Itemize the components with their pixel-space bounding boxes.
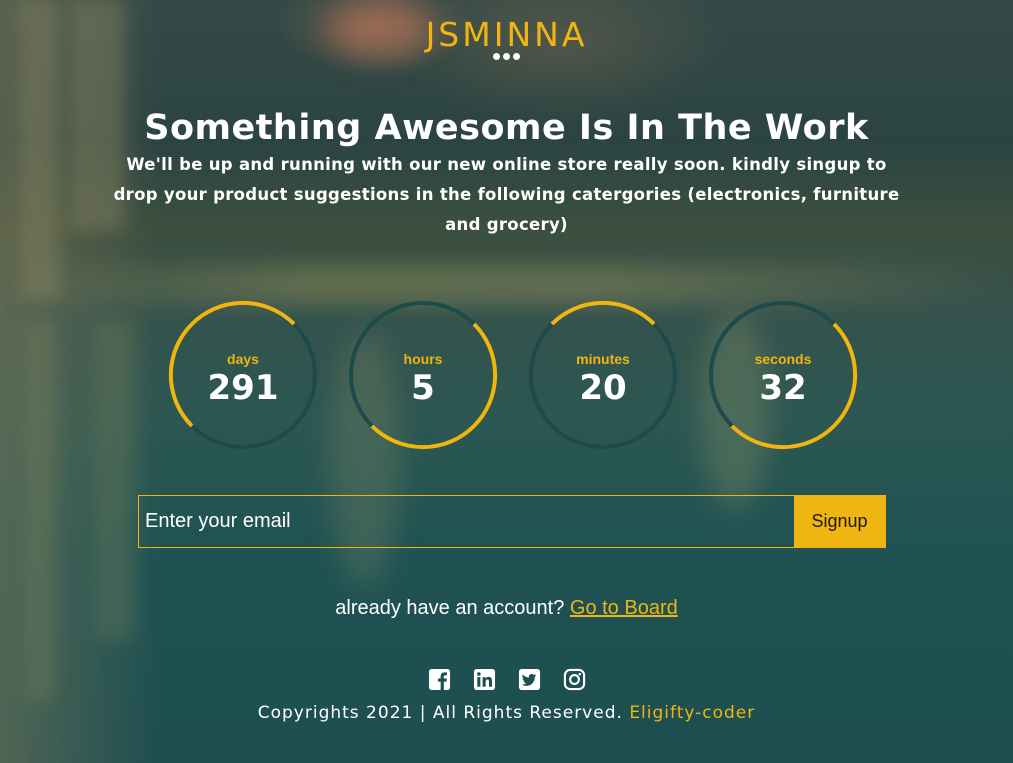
page-headline: Something Awesome Is In The Work (144, 108, 869, 148)
linkedin-icon[interactable] (473, 668, 496, 691)
countdown-days: days 291 (168, 300, 318, 450)
coming-soon-page: JSMINNA Something Awesome Is In The Work… (0, 0, 1013, 763)
account-prompt-text: already have an account? (335, 597, 565, 619)
dot (503, 53, 510, 60)
dot (513, 53, 520, 60)
countdown-minutes: minutes 20 (528, 300, 678, 450)
countdown-hours-value: 5 (411, 368, 435, 408)
countdown-minutes-label: minutes (576, 351, 630, 367)
twitter-icon[interactable] (518, 668, 541, 691)
brand-logo: JSMINNA (425, 15, 588, 54)
social-links (0, 668, 1013, 691)
email-input[interactable] (139, 496, 794, 547)
countdown-seconds-value: 32 (759, 368, 807, 408)
countdown-days-label: days (227, 351, 259, 367)
author-name: Eligifty-coder (629, 703, 756, 723)
dot (493, 53, 500, 60)
page-subtext: We'll be up and running with our new onl… (113, 155, 900, 234)
countdown-days-value: 291 (207, 368, 279, 408)
instagram-icon[interactable] (563, 668, 586, 691)
countdown-minutes-value: 20 (579, 368, 627, 408)
countdown-hours: hours 5 (348, 300, 498, 450)
countdown-seconds: seconds 32 (708, 300, 858, 450)
footer: Copyrights 2021 | All Rights Reserved. E… (0, 703, 1013, 723)
copyright-text: Copyrights 2021 | All Rights Reserved. (257, 703, 623, 723)
signup-form: Signup (138, 495, 886, 548)
countdown-hours-label: hours (403, 351, 443, 367)
go-to-board-link[interactable]: Go to Board (570, 597, 678, 619)
countdown-seconds-label: seconds (754, 351, 812, 367)
brand-dots (0, 53, 1013, 60)
account-prompt-line: already have an account? Go to Board (0, 597, 1013, 620)
signup-button[interactable]: Signup (794, 496, 885, 547)
facebook-icon[interactable] (428, 668, 451, 691)
